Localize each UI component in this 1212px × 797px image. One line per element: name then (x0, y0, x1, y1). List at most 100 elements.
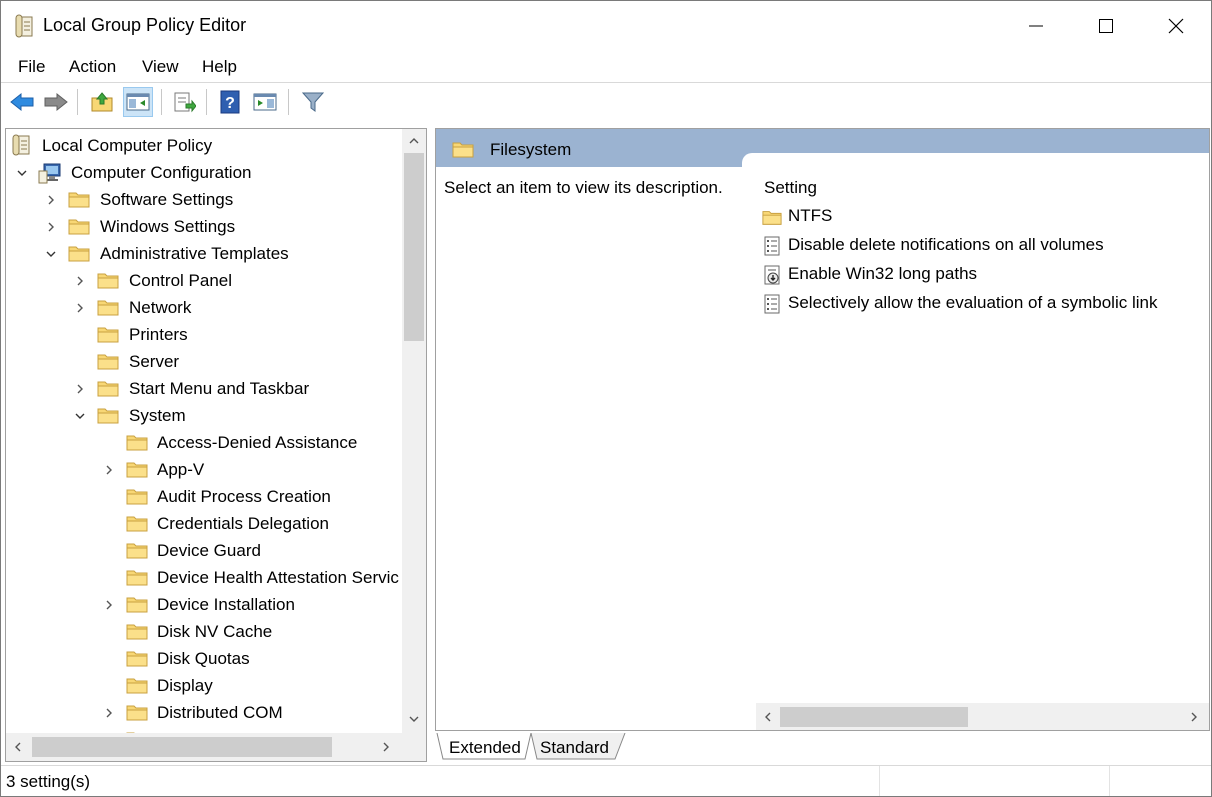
folder-icon (97, 408, 119, 424)
folder-icon (126, 543, 148, 559)
details-horizontal-scrollbar[interactable] (756, 703, 1209, 730)
folder-icon (126, 705, 148, 721)
tree-item-printers[interactable]: Printers (6, 321, 402, 348)
minimize-button[interactable] (1001, 1, 1071, 51)
menu-view[interactable]: View (142, 57, 179, 77)
status-divider (1109, 766, 1110, 796)
scrollbar-corner (402, 733, 426, 761)
setting-item-enable-win32-long-paths[interactable]: Enable Win32 long paths (762, 262, 1202, 288)
scroll-left-icon[interactable] (12, 741, 24, 753)
tree-item-network[interactable]: Network (6, 294, 402, 321)
tree-item-computer-configuration[interactable]: Computer Configuration (6, 159, 402, 186)
menu-file[interactable]: File (18, 57, 45, 77)
scroll-right-icon[interactable] (380, 741, 392, 753)
toolbar-separator (206, 89, 207, 115)
chevron-right-icon[interactable] (73, 274, 87, 288)
tree-item-app-v[interactable]: App-V (6, 456, 402, 483)
tree-vertical-scroll-thumb[interactable] (404, 153, 424, 341)
maximize-button[interactable] (1071, 1, 1141, 51)
setting-label: NTFS (788, 206, 833, 225)
title-bar: Local Group Policy Editor (1, 1, 1211, 51)
help-icon: ? (220, 90, 240, 114)
chevron-right-icon[interactable] (102, 598, 116, 612)
scroll-up-icon[interactable] (408, 135, 420, 147)
policy-setting-icon (764, 236, 780, 256)
scroll-right-icon[interactable] (1188, 711, 1200, 723)
setting-item-ntfs[interactable]: NTFS (762, 204, 1202, 230)
help-button[interactable]: ? (215, 87, 245, 117)
chevron-right-icon[interactable] (44, 220, 58, 234)
menu-help[interactable]: Help (202, 57, 237, 77)
chevron-right-icon[interactable] (102, 706, 116, 720)
tree-horizontal-scroll-thumb[interactable] (32, 737, 332, 757)
folder-icon (126, 435, 148, 451)
tab-standard[interactable]: Standard (540, 738, 609, 758)
tree-item-label: Printers (129, 325, 188, 344)
scroll-left-icon[interactable] (762, 711, 774, 723)
status-divider (879, 766, 880, 796)
chevron-right-icon[interactable] (44, 193, 58, 207)
scroll-down-icon[interactable] (408, 713, 420, 725)
details-header-title: Filesystem (490, 140, 572, 159)
chevron-right-icon[interactable] (102, 463, 116, 477)
folder-icon (68, 246, 90, 262)
tree-item-device-guard[interactable]: Device Guard (6, 537, 402, 564)
tree-item-system[interactable]: System (6, 402, 402, 429)
tree-item-disk-quotas[interactable]: Disk Quotas (6, 645, 402, 672)
up-one-level-button[interactable] (87, 87, 117, 117)
close-button[interactable] (1141, 1, 1211, 51)
tree-item-server[interactable]: Server (6, 348, 402, 375)
tree-item-start-menu-and-taskbar[interactable]: Start Menu and Taskbar (6, 375, 402, 402)
export-list-button[interactable] (169, 87, 199, 117)
computer-icon (38, 163, 61, 184)
tree-item-windows-settings[interactable]: Windows Settings (6, 213, 402, 240)
group-policy-app-icon (15, 14, 33, 38)
status-bar: 3 setting(s) (1, 765, 1211, 796)
tree-item-software-settings[interactable]: Software Settings (6, 186, 402, 213)
folder-icon (762, 211, 782, 225)
tree-item-audit-process-creation[interactable]: Audit Process Creation (6, 483, 402, 510)
tree-horizontal-scrollbar[interactable] (6, 733, 402, 761)
tree-item-label: Access-Denied Assistance (157, 433, 358, 452)
tree-item-partial[interactable] (6, 726, 402, 733)
tree-item-device-installation[interactable]: Device Installation (6, 591, 402, 618)
folder-icon (126, 597, 148, 613)
setting-item-disable-delete-notifications[interactable]: Disable delete notifications on all volu… (762, 233, 1202, 259)
chevron-right-icon[interactable] (73, 301, 87, 315)
tree-item-local-computer-policy[interactable]: Local Computer Policy (6, 132, 402, 159)
tree-item-control-panel[interactable]: Control Panel (6, 267, 402, 294)
folder-icon (97, 381, 119, 397)
setting-label: Enable Win32 long paths (788, 264, 978, 283)
details-horizontal-scroll-thumb[interactable] (780, 707, 968, 727)
back-button[interactable] (7, 87, 37, 117)
tree-item-display[interactable]: Display (6, 672, 402, 699)
export-list-icon (174, 92, 196, 113)
tab-extended[interactable]: Extended (449, 738, 521, 758)
chevron-down-icon[interactable] (44, 247, 58, 261)
folder-icon (452, 142, 474, 158)
filter-options-button[interactable] (298, 87, 328, 117)
folder-icon (126, 570, 148, 586)
setting-item-symbolic-link-evaluation[interactable]: Selectively allow the evaluation of a sy… (762, 291, 1202, 317)
menu-divider (1, 82, 1211, 83)
tree-item-disk-nv-cache[interactable]: Disk NV Cache (6, 618, 402, 645)
forward-button[interactable] (41, 87, 71, 117)
show-hide-console-tree-button[interactable] (123, 87, 153, 117)
chevron-down-icon[interactable] (73, 409, 87, 423)
chevron-down-icon[interactable] (15, 166, 29, 180)
tree-item-label: Device Health Attestation Servic (157, 568, 399, 587)
tree-item-label: Control Panel (129, 271, 233, 290)
show-action-pane-button[interactable] (250, 87, 280, 117)
chevron-right-icon[interactable] (73, 382, 87, 396)
folder-icon (97, 354, 119, 370)
tree-item-distributed-com[interactable]: Distributed COM (6, 699, 402, 726)
tree-item-access-denied-assistance[interactable]: Access-Denied Assistance (6, 429, 402, 456)
column-header-setting[interactable]: Setting (764, 178, 817, 198)
tree-item-label: Distributed COM (157, 703, 283, 722)
tree-item-credentials-delegation[interactable]: Credentials Delegation (6, 510, 402, 537)
tree-item-label: Windows Settings (100, 217, 236, 236)
menu-action[interactable]: Action (69, 57, 116, 77)
tree-vertical-scrollbar[interactable] (402, 129, 426, 733)
tree-item-device-health-attestation[interactable]: Device Health Attestation Servic (6, 564, 402, 591)
tree-item-administrative-templates[interactable]: Administrative Templates (6, 240, 402, 267)
